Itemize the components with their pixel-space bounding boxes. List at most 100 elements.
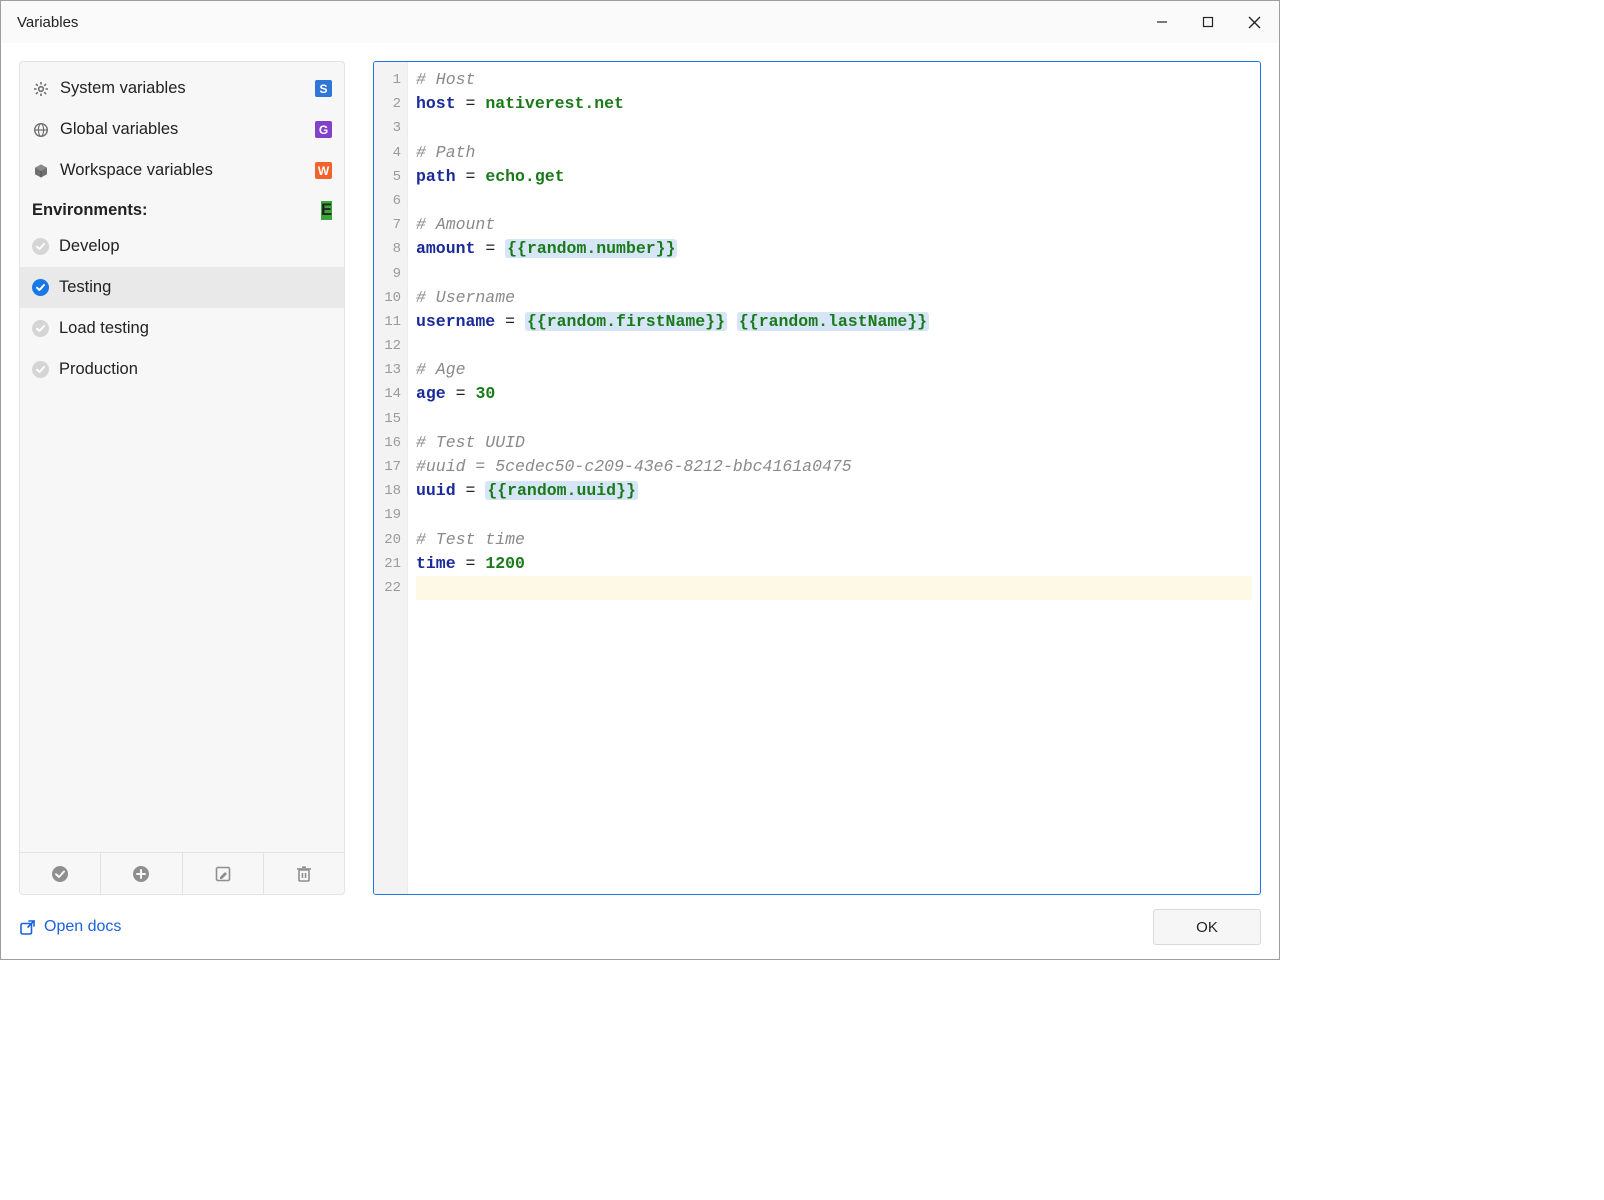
- variables-editor[interactable]: 12345678910111213141516171819202122 # Ho…: [373, 61, 1261, 895]
- code-line[interactable]: [416, 116, 1252, 140]
- token-key: path: [416, 167, 456, 186]
- token-tmpl: {{random.lastName}}: [737, 312, 929, 331]
- check-circle-icon: [51, 865, 69, 883]
- window-title: Variables: [17, 14, 78, 31]
- gear-icon: [33, 81, 49, 97]
- line-number: 11: [374, 310, 407, 334]
- token-val: nativerest.net: [485, 94, 624, 113]
- token-key: username: [416, 312, 495, 331]
- line-number: 14: [374, 382, 407, 406]
- code-line[interactable]: [416, 189, 1252, 213]
- token-key: age: [416, 384, 446, 403]
- code-line[interactable]: # Host: [416, 68, 1252, 92]
- cube-icon: [33, 163, 49, 179]
- code-line[interactable]: [416, 503, 1252, 527]
- code-line[interactable]: # Test time: [416, 528, 1252, 552]
- token-val: 1200: [485, 554, 525, 573]
- line-number: 13: [374, 358, 407, 382]
- token-key: uuid: [416, 481, 456, 500]
- token-comment: #uuid = 5cedec50-c209-43e6-8212-bbc4161a…: [416, 457, 852, 476]
- environments-header-label: Environments:: [32, 201, 148, 220]
- code-line[interactable]: [416, 334, 1252, 358]
- sidebar-item-label: Global variables: [60, 120, 305, 139]
- badge-e: E: [321, 201, 332, 220]
- env-item-load-testing[interactable]: Load testing: [20, 308, 344, 349]
- code-line[interactable]: # Test UUID: [416, 431, 1252, 455]
- badge-g: G: [315, 121, 332, 138]
- code-line[interactable]: amount = {{random.number}}: [416, 237, 1252, 261]
- edit-icon: [214, 865, 232, 883]
- token-eq: =: [456, 167, 486, 186]
- sidebar-item-label: System variables: [60, 79, 305, 98]
- code-line[interactable]: age = 30: [416, 382, 1252, 406]
- line-number: 6: [374, 189, 407, 213]
- env-item-testing[interactable]: Testing: [20, 267, 344, 308]
- add-env-button[interactable]: [101, 853, 182, 894]
- token-tmpl: {{random.firstName}}: [525, 312, 727, 331]
- line-number: 15: [374, 407, 407, 431]
- gear-icon-slot: [32, 81, 50, 97]
- maximize-button[interactable]: [1185, 2, 1231, 42]
- code-line[interactable]: # Path: [416, 141, 1252, 165]
- token-eq: =: [456, 554, 486, 573]
- editor-code[interactable]: # Hosthost = nativerest.net # Path path =…: [408, 62, 1260, 894]
- token-key: time: [416, 554, 456, 573]
- open-docs-link[interactable]: Open docs: [19, 918, 121, 936]
- line-number: 16: [374, 431, 407, 455]
- ok-button[interactable]: OK: [1153, 909, 1261, 945]
- token-eq: =: [475, 239, 505, 258]
- minimize-button[interactable]: [1139, 2, 1185, 42]
- edit-env-button[interactable]: [183, 853, 264, 894]
- line-number: 12: [374, 334, 407, 358]
- token-comment: # Test time: [416, 530, 525, 549]
- maximize-icon: [1202, 16, 1214, 28]
- close-button[interactable]: [1231, 2, 1277, 42]
- sidebar-item-label: Workspace variables: [60, 161, 305, 180]
- code-line[interactable]: time = 1200: [416, 552, 1252, 576]
- token-comment: # Path: [416, 143, 475, 162]
- sidebar-item-globe[interactable]: Global variables G: [20, 109, 344, 150]
- code-line[interactable]: [416, 576, 1252, 600]
- code-line[interactable]: path = echo.get: [416, 165, 1252, 189]
- check-off-icon: [32, 238, 49, 255]
- delete-env-button[interactable]: [264, 853, 344, 894]
- code-line[interactable]: #uuid = 5cedec50-c209-43e6-8212-bbc4161a…: [416, 455, 1252, 479]
- line-number: 22: [374, 576, 407, 600]
- cube-icon-slot: [32, 163, 50, 179]
- code-line[interactable]: # Amount: [416, 213, 1252, 237]
- sidebar-item-gear[interactable]: System variablesS: [20, 68, 344, 109]
- env-item-develop[interactable]: Develop: [20, 226, 344, 267]
- line-number: 17: [374, 455, 407, 479]
- line-number: 9: [374, 262, 407, 286]
- trash-icon: [296, 865, 312, 883]
- window-controls: [1139, 2, 1277, 42]
- env-item-production[interactable]: Production: [20, 349, 344, 390]
- code-line[interactable]: # Username: [416, 286, 1252, 310]
- sidebar-toolbar: [20, 852, 344, 894]
- token-eq: =: [495, 312, 525, 331]
- activate-env-button[interactable]: [20, 853, 101, 894]
- badge-w: W: [315, 162, 332, 179]
- token-val: 30: [475, 384, 495, 403]
- env-item-label: Load testing: [59, 319, 149, 338]
- code-line[interactable]: [416, 262, 1252, 286]
- code-line[interactable]: [416, 407, 1252, 431]
- ok-button-label: OK: [1196, 919, 1218, 936]
- sidebar-item-cube[interactable]: Workspace variables W: [20, 150, 344, 191]
- token-eq: =: [456, 481, 486, 500]
- code-line[interactable]: host = nativerest.net: [416, 92, 1252, 116]
- close-icon: [1248, 16, 1261, 29]
- line-number: 21: [374, 552, 407, 576]
- code-line[interactable]: # Age: [416, 358, 1252, 382]
- sidebar-list: System variablesS Global variables G Worksp…: [20, 62, 344, 852]
- line-number: 10: [374, 286, 407, 310]
- globe-icon: [33, 122, 49, 138]
- check-off-icon: [32, 320, 49, 337]
- line-number: 19: [374, 503, 407, 527]
- code-line[interactable]: username = {{random.firstName}} {{random…: [416, 310, 1252, 334]
- plus-circle-icon: [132, 865, 150, 883]
- sidebar: System variablesS Global variables G Worksp…: [19, 61, 345, 895]
- code-line[interactable]: uuid = {{random.uuid}}: [416, 479, 1252, 503]
- check-on-icon: [32, 279, 49, 296]
- environments-header: Environments: E: [20, 191, 344, 226]
